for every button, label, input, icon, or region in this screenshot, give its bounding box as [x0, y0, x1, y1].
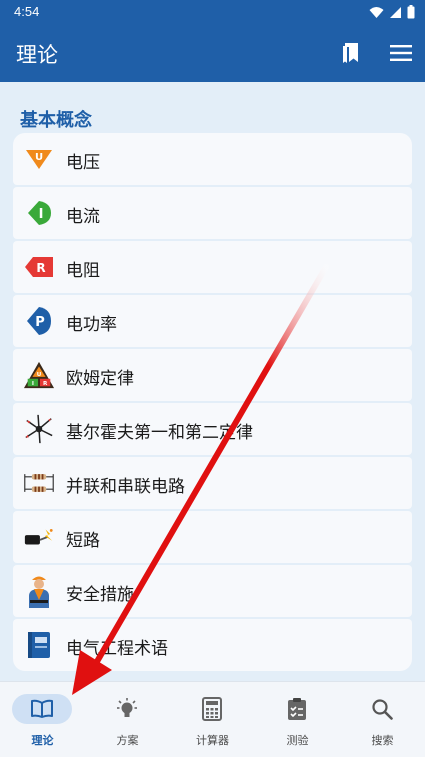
search-icon [372, 699, 393, 720]
list-item-label: 电功率 [66, 315, 117, 335]
wifi-icon [369, 6, 384, 18]
status-time: 4:54 [14, 4, 40, 19]
ohms-law-triangle-icon: U I R [23, 359, 55, 391]
nav-pill [352, 694, 412, 724]
page-title: 理论 [16, 43, 58, 67]
status-bar: 4:54 [0, 0, 425, 24]
short-circuit-spark-icon [23, 521, 55, 553]
svg-text:U: U [35, 152, 43, 163]
svg-text:I: I [39, 207, 44, 222]
battery-icon [407, 5, 415, 19]
nav-label: 理论 [31, 734, 54, 747]
list-item-ohms-law[interactable]: U I R 欧姆定律 [13, 349, 412, 401]
nav-theory[interactable]: 理论 [0, 682, 85, 757]
menu-icon [390, 45, 412, 61]
list-item-label: 基尔霍夫第一和第二定律 [66, 423, 253, 443]
list-item-label: 安全措施 [66, 585, 134, 605]
nav-pill [97, 694, 157, 724]
nav-pill [12, 694, 72, 724]
section-title: 基本概念 [20, 110, 92, 131]
list-item-terminology[interactable]: 电气工程术语 [13, 619, 412, 671]
u-icon: U [23, 143, 55, 175]
p-icon: P [23, 305, 55, 337]
terminology-book-icon [23, 629, 55, 661]
nav-pill [182, 694, 242, 724]
calculator-icon [202, 697, 222, 721]
list-item-series-parallel[interactable]: 并联和串联电路 [13, 457, 412, 509]
electrician-worker-icon [23, 575, 55, 608]
svg-text:U: U [37, 372, 42, 378]
app-bar: 理论 [0, 24, 425, 82]
list-item-safety[interactable]: 安全措施 [13, 565, 412, 617]
nav-label: 计算器 [196, 734, 229, 747]
clipboard-check-icon [288, 698, 306, 720]
nav-projects[interactable]: 方案 [85, 682, 170, 757]
kirchhoff-node-icon [23, 413, 55, 445]
menu-button[interactable] [389, 41, 413, 65]
nav-label: 搜索 [371, 734, 394, 747]
list-item-label: 欧姆定律 [66, 369, 134, 389]
book-icon [31, 699, 53, 718]
svg-text:R: R [43, 381, 48, 387]
bookmarks-icon [343, 43, 358, 63]
lightbulb-icon [117, 698, 137, 717]
list-item-label: 短路 [66, 531, 100, 551]
svg-text:R: R [36, 261, 45, 275]
list-item-label: 电压 [66, 153, 100, 173]
list-item-voltage[interactable]: U 电压 [13, 133, 412, 185]
list-item-label: 并联和串联电路 [66, 477, 185, 497]
list-item-power[interactable]: P 电功率 [13, 295, 412, 347]
list-item-short-circuit[interactable]: 短路 [13, 511, 412, 563]
nav-pill [267, 694, 327, 724]
resistors-circuit-icon [23, 467, 55, 499]
r-icon: R [23, 251, 55, 283]
svg-text:I: I [32, 381, 34, 387]
svg-text:P: P [35, 315, 45, 330]
nav-calculator[interactable]: 计算器 [170, 682, 255, 757]
nav-label: 测验 [286, 734, 309, 747]
bookmarks-button[interactable] [339, 41, 363, 65]
list-item-label: 电阻 [66, 261, 100, 281]
list-item-label: 电流 [66, 207, 100, 227]
i-icon: I [23, 197, 55, 229]
list-item-kirchhoff[interactable]: 基尔霍夫第一和第二定律 [13, 403, 412, 455]
status-icons [369, 5, 415, 19]
list-item-label: 电气工程术语 [66, 639, 168, 659]
concept-list: U 电压 I 电流 R 电阻 P 电功率 U I R 欧姆定律 基尔霍夫第一和第… [13, 133, 412, 673]
bottom-navigation: 理论 方案 计算器 测验 搜索 [0, 681, 425, 757]
nav-label: 方案 [116, 734, 139, 747]
nav-search[interactable]: 搜索 [340, 682, 425, 757]
list-item-resistance[interactable]: R 电阻 [13, 241, 412, 293]
list-item-current[interactable]: I 电流 [13, 187, 412, 239]
signal-icon [390, 6, 401, 18]
nav-quiz[interactable]: 测验 [255, 682, 340, 757]
content-area: 基本概念 U 电压 I 电流 R 电阻 P 电功率 U I R 欧姆定律 基尔霍… [0, 82, 425, 681]
